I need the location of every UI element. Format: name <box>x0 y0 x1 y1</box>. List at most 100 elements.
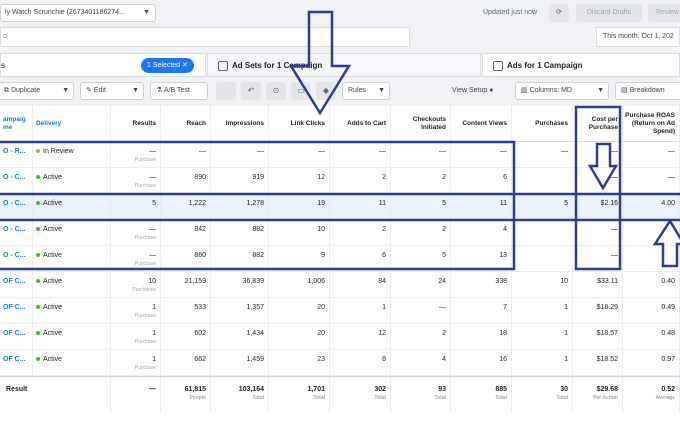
cell-adds-to-cart: — <box>330 142 391 168</box>
campaign-table: ampaig me Delivery Results Reach Impressions… <box>0 106 680 425</box>
tag-button[interactable]: ◆ <box>316 82 336 100</box>
preview-button[interactable]: ▭ <box>291 82 311 100</box>
cell-value: $2.16 <box>600 200 618 207</box>
column-header-content-views[interactable]: Content Views <box>451 106 512 142</box>
campaign-name-link[interactable]: OF C... <box>0 350 33 376</box>
columns-button[interactable]: ▥ Columns: MD ▼ <box>515 82 609 100</box>
undo-button[interactable]: ↶ <box>241 82 261 100</box>
cell-value: — <box>500 148 507 155</box>
column-header-purchases[interactable]: Purchases <box>512 106 573 142</box>
view-setup-toggle[interactable]: View Setup ● <box>452 87 493 94</box>
ad-icon <box>493 61 503 71</box>
table-row[interactable]: OF C... Active 1 Purchase 533 1,357 20 1 — 7 1 $18.… <box>0 298 680 324</box>
cell-results: — Purchase <box>111 246 161 272</box>
total-subtext: Total <box>374 395 386 401</box>
cell-value: 842 <box>194 226 206 233</box>
close-icon[interactable]: ✕ <box>182 62 188 69</box>
lock-button[interactable]: ⊙ <box>266 82 286 100</box>
chevron-down-icon: ▼ <box>597 87 604 94</box>
refresh-icon: ⟳ <box>556 9 562 16</box>
column-header-reach[interactable]: Reach <box>161 106 211 142</box>
cell-roas: 0.48 <box>623 324 680 350</box>
account-selector[interactable]: ly Watch Scrunchie (2673401186274... ▼ <box>0 4 156 22</box>
campaign-name-link[interactable]: O - C... <box>0 194 33 220</box>
total-subtext: Total <box>434 395 446 401</box>
rules-button[interactable]: Rules ▼ <box>342 82 390 100</box>
cell-content-views: 13 <box>451 246 512 272</box>
total-value: 61,815 <box>184 386 206 393</box>
cell-value: 2 <box>442 226 446 233</box>
table-row[interactable]: O - C... Active 5 1,222 1,278 19 11 5 11 5 $2.16 4.… <box>0 194 680 220</box>
cell-value: 5 <box>442 200 446 207</box>
edit-button[interactable]: ✎ Edit ▼ <box>80 82 144 100</box>
lock-icon: ⊙ <box>272 86 280 95</box>
column-header-checkouts[interactable]: Checkouts Initiated <box>391 106 451 142</box>
cell-value: $33.11 <box>597 278 618 285</box>
column-header-impressions[interactable]: Impressions <box>211 106 269 142</box>
table-row[interactable]: O - C... Active — Purchase 890 919 12 2 2 6 — — <box>0 168 680 194</box>
total-subtext: Total <box>495 395 507 401</box>
table-row[interactable]: OF C... Active 1 Purchase 602 1,434 20 12 2 18 1 $1… <box>0 324 680 350</box>
trash-button[interactable] <box>216 82 236 100</box>
campaign-name-link[interactable]: OF C... <box>0 272 33 298</box>
cell-value: 1 <box>382 304 386 311</box>
cell-reach: 860 <box>161 246 211 272</box>
campaign-name-link[interactable]: OF C... <box>0 298 33 324</box>
cell-adds-to-cart: 1 <box>330 298 391 324</box>
delivery-label: Active <box>43 200 63 207</box>
cell-impressions: 36,839 <box>211 272 269 298</box>
campaign-name-link[interactable]: O - C... <box>0 168 33 194</box>
table-row[interactable]: OF C... Active 1 Purchase 662 1,459 23 8 4 16 1 $18… <box>0 350 680 376</box>
undo-icon: ↶ <box>247 86 255 95</box>
cell-value: 10 <box>317 226 325 233</box>
cell-value: 19 <box>317 200 325 207</box>
cell-value: 9 <box>321 252 325 259</box>
review-button[interactable]: Review <box>648 4 680 22</box>
campaign-name-link[interactable]: O - C... <box>0 246 33 272</box>
status-dot-icon <box>36 201 40 206</box>
cell-value: 1,434 <box>246 330 264 337</box>
date-range-picker[interactable]: This month: Oct 1, 202 <box>596 27 680 47</box>
column-header-roas[interactable]: Purchase ROAS (Return on Ad Spend) <box>623 106 680 142</box>
column-header-link-clicks[interactable]: Link Clicks <box>269 106 330 142</box>
delivery-label: Active <box>43 304 63 311</box>
column-header-name[interactable]: ampaig me <box>0 106 33 142</box>
cell-purchases: — <box>512 142 573 168</box>
table-row[interactable]: O - R... In Review — Purchase — — — — — — — — — <box>0 142 680 168</box>
cell-adds-to-cart: 11 <box>330 194 391 220</box>
cell-impressions: 1,278 <box>211 194 269 220</box>
search-input[interactable]: o <box>0 27 410 47</box>
total-results: — <box>111 377 161 413</box>
tab-campaigns[interactable]: s 1 Selected ✕ <box>0 53 206 77</box>
discard-drafts-button[interactable]: Discard Drafts <box>576 4 642 22</box>
campaign-name-link[interactable]: O - R... <box>0 142 33 168</box>
tab-ad-sets[interactable]: Ad Sets for 1 Campaign <box>207 53 481 77</box>
column-header-cost-per-purchase[interactable]: Cost per Purchase <box>573 106 623 142</box>
refresh-button[interactable]: ⟳ <box>549 4 569 22</box>
breakdown-button[interactable]: ▤ Breakdown <box>615 82 680 100</box>
column-header-results[interactable]: Results <box>111 106 161 142</box>
table-row[interactable]: O - C... Active — Purchase 842 882 10 2 2 4 — <box>0 220 680 246</box>
cell-checkouts: — <box>391 298 451 324</box>
cell-value: 1 <box>564 330 568 337</box>
cell-purchases: 1 <box>512 324 573 350</box>
duplicate-button[interactable]: ⧉ Duplicate ▼ <box>0 82 74 100</box>
cell-impressions: 1,434 <box>211 324 269 350</box>
cell-content-views: 7 <box>451 298 512 324</box>
tab-ads[interactable]: Ads for 1 Campaign <box>482 53 680 77</box>
cell-subtext: Purchases <box>132 287 156 293</box>
cell-value: — <box>611 252 618 259</box>
selected-count-pill[interactable]: 1 Selected ✕ <box>141 58 194 73</box>
campaign-name-link[interactable]: O - C... <box>0 220 33 246</box>
results-summary-row: Result — 61,815 People 103,164 Total 1,701 Tota… <box>0 376 680 413</box>
campaign-name-link[interactable]: OF C... <box>0 324 33 350</box>
column-header-adds-to-cart[interactable]: Adds to Cart <box>330 106 391 142</box>
cell-purchases: 10 <box>512 272 573 298</box>
table-row[interactable]: OF C... Active 10 Purchases 21,159 36,839 1,00… <box>0 272 680 298</box>
cell-subtext: Purchase <box>134 157 156 163</box>
cell-value: — <box>149 226 156 233</box>
column-header-delivery[interactable]: Delivery <box>33 106 111 142</box>
ab-test-button[interactable]: ⚗ A/B Test <box>150 82 208 100</box>
table-row[interactable]: O - C... Active — Purchase 860 882 9 6 5 13 — <box>0 246 680 272</box>
cell-value: 0.97 <box>661 356 675 363</box>
